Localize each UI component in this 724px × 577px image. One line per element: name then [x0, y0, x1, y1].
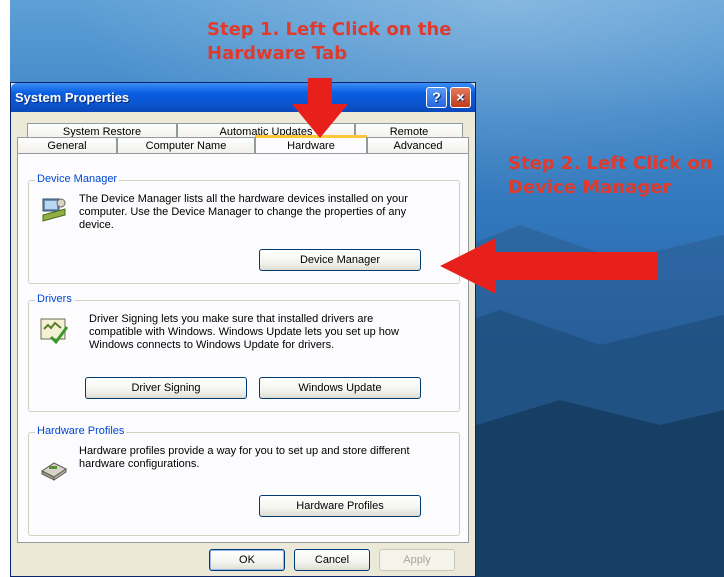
hardware-profiles-icon	[41, 462, 67, 481]
driver-signing-icon	[40, 318, 69, 345]
device-manager-icon	[42, 198, 66, 222]
hardware-tab-panel: Device Manager The Device Manager lists …	[17, 153, 469, 543]
arrow-left-icon	[440, 238, 658, 294]
windows-update-button[interactable]: Windows Update	[259, 377, 421, 399]
window-title: System Properties	[15, 90, 130, 105]
cancel-button[interactable]: Cancel	[294, 549, 370, 571]
ok-button[interactable]: OK	[209, 549, 285, 571]
close-icon: ×	[456, 89, 465, 105]
system-properties-window: System Properties ? × System Restore Aut…	[10, 82, 476, 577]
driver-signing-button[interactable]: Driver Signing	[85, 377, 247, 399]
drivers-description: Driver Signing lets you make sure that i…	[89, 313, 399, 351]
hardware-profiles-group-label: Hardware Profiles	[35, 425, 127, 437]
arrow-down-icon	[292, 78, 348, 138]
step2-annotation: Step 2. Left Click on Device Manager	[508, 153, 713, 198]
device-manager-group-label: Device Manager	[35, 173, 120, 185]
help-icon: ?	[432, 89, 441, 105]
apply-button[interactable]: Apply	[379, 549, 455, 571]
left-margin	[0, 0, 10, 577]
device-manager-description: The Device Manager lists all the hardwar…	[79, 193, 408, 231]
hardware-profiles-group: Hardware Profiles Hardware profiles prov…	[28, 425, 460, 536]
device-manager-button[interactable]: Device Manager	[259, 249, 421, 271]
close-button[interactable]: ×	[450, 87, 471, 108]
hardware-profiles-button[interactable]: Hardware Profiles	[259, 495, 421, 517]
hardware-profiles-description: Hardware profiles provide a way for you …	[79, 445, 410, 470]
desktop-icon-fragment[interactable]: ⚙ ⚙	[0, 10, 14, 38]
step1-annotation: Step 1. Left Click on the Hardware Tab	[207, 19, 452, 64]
help-button[interactable]: ?	[426, 87, 447, 108]
window-titlebar[interactable]: System Properties ? ×	[11, 83, 475, 112]
device-manager-group: Device Manager The Device Manager lists …	[28, 173, 460, 284]
drivers-group: Drivers Driver Signing lets you make sur…	[28, 293, 460, 412]
drivers-group-label: Drivers	[35, 293, 74, 305]
